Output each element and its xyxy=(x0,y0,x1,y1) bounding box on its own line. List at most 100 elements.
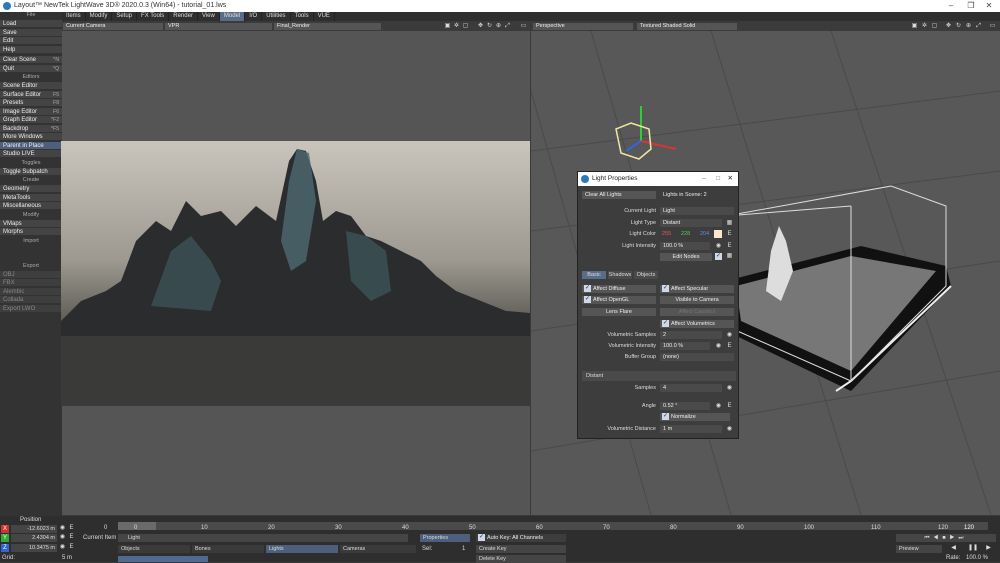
envelope-e-icon[interactable]: E xyxy=(726,231,733,238)
minimize-icon[interactable]: – xyxy=(944,1,958,10)
light-type-list-icon[interactable]: ▦ xyxy=(726,220,733,227)
position-y-field[interactable]: 2.4304 m xyxy=(11,534,57,542)
viewport-max-icon[interactable]: ▭ xyxy=(989,23,996,30)
viewport-max-icon[interactable]: ▭ xyxy=(520,23,527,30)
end-frame[interactable]: 120 xyxy=(964,525,986,531)
affect-volumetrics-checkbox[interactable]: Affect Volumetrics xyxy=(660,320,734,328)
toggle-subpatch-button[interactable]: Toggle Subpatch xyxy=(0,167,62,176)
eye-icon[interactable]: ◉ xyxy=(59,544,66,551)
gear-icon[interactable]: ✲ xyxy=(921,23,928,30)
toolbar-editor-item[interactable]: Presets F8 xyxy=(0,99,62,107)
toolbar-export-item[interactable]: FBX xyxy=(0,279,62,287)
toolbar-scene-item[interactable]: Quit ^Q xyxy=(0,64,62,73)
gear-icon[interactable]: ✲ xyxy=(453,23,460,30)
color-r[interactable]: 255 xyxy=(662,231,671,237)
maximize-view-icon[interactable]: ▢ xyxy=(931,23,938,30)
eye-icon[interactable]: ◉ xyxy=(59,525,66,532)
camera-icon[interactable]: ▣ xyxy=(911,23,918,30)
envelope-e-icon[interactable]: E xyxy=(68,525,75,532)
studio-live-button[interactable]: Studio LIVE xyxy=(0,150,62,158)
grid-value[interactable]: 5 m xyxy=(62,555,72,561)
toolbar-editor-item[interactable]: Surface Editor F5 xyxy=(0,90,62,99)
close-icon[interactable]: ✕ xyxy=(982,1,996,10)
menu-tab[interactable]: VUE xyxy=(314,12,335,21)
move-view-icon[interactable]: ✥ xyxy=(945,23,952,30)
volumetric-distance-field[interactable]: 1 m xyxy=(660,425,722,433)
toolbar-scene-item[interactable]: Clear Scene ^N xyxy=(0,56,62,64)
timeline-start[interactable]: 0 xyxy=(104,525,107,531)
panel-tab[interactable]: Shadows xyxy=(608,271,632,279)
vpr-select[interactable]: VPR xyxy=(165,23,272,30)
menu-tab[interactable]: Setup xyxy=(112,12,138,21)
menu-tab[interactable]: FX Tools xyxy=(137,12,170,21)
affect-opengl-checkbox[interactable]: Affect OpenGL xyxy=(582,296,656,304)
toolbar-file-item[interactable]: Help xyxy=(0,45,62,54)
toolbar-editor-item[interactable]: Image Editor F6 xyxy=(0,107,62,116)
panel-tab[interactable]: Basic xyxy=(582,271,606,279)
lens-flare-button[interactable]: Lens Flare xyxy=(582,308,656,316)
envelope-e-icon[interactable]: E xyxy=(726,343,733,350)
eye-icon[interactable]: ◉ xyxy=(715,403,722,410)
toolbar-create-item[interactable]: Miscellaneous xyxy=(0,202,62,210)
toolbar-editor-item[interactable]: More Windows xyxy=(0,133,62,141)
maximize-view-icon[interactable]: ▢ xyxy=(462,23,469,30)
panel-tab[interactable]: Objects xyxy=(634,271,658,279)
timeline-track[interactable] xyxy=(118,522,988,530)
create-key-button[interactable]: Create Key xyxy=(476,545,566,553)
light-intensity-field[interactable]: 100.0 % xyxy=(660,242,710,250)
edit-nodes-button[interactable]: Edit Nodes xyxy=(660,253,712,261)
menu-tab[interactable]: Utilities xyxy=(262,12,291,21)
toolbar-editor-item[interactable]: Scene Editor xyxy=(0,82,62,90)
minimize-icon[interactable]: – xyxy=(702,172,706,186)
close-icon[interactable]: ✕ xyxy=(728,172,733,186)
menu-tab[interactable]: I/O xyxy=(245,12,263,21)
samples-field[interactable]: 4 xyxy=(660,384,722,392)
toolbar-editor-item[interactable]: Backdrop ^F5 xyxy=(0,124,62,133)
node-list-icon[interactable]: ▦ xyxy=(726,253,733,260)
toolbar-modify-item[interactable]: Morphs xyxy=(0,228,62,236)
render-select[interactable]: Final_Render xyxy=(274,23,381,30)
position-z-field[interactable]: 10.3475 m xyxy=(11,544,57,552)
toolbar-create-item[interactable]: Geometry xyxy=(0,185,62,193)
eye-icon[interactable]: ◉ xyxy=(59,534,66,541)
eye-icon[interactable]: ◉ xyxy=(726,332,733,339)
properties-button[interactable]: Properties xyxy=(420,534,470,542)
buffer-group-select[interactable]: (none) xyxy=(660,353,734,361)
preview-select[interactable]: Preview xyxy=(896,545,942,553)
toolbar-file-item[interactable]: Load xyxy=(0,20,62,28)
fit-view-icon[interactable]: ⤢ xyxy=(975,23,982,30)
toolbar-create-item[interactable]: MetaTools xyxy=(0,193,62,202)
affect-specular-checkbox[interactable]: Affect Specular xyxy=(660,285,734,293)
clear-all-lights-button[interactable]: Clear All Lights xyxy=(582,191,656,199)
affect-caustics-button[interactable]: Affect Caustics xyxy=(660,308,734,316)
zoom-view-icon[interactable]: ⊕ xyxy=(965,23,972,30)
menu-tab[interactable]: Tools xyxy=(291,12,314,21)
toolbar-export-item[interactable]: Collada xyxy=(0,296,62,304)
step-forward-icon[interactable]: ▶ xyxy=(985,545,992,552)
nodes-enable-checkbox[interactable]: ✓ xyxy=(715,253,722,260)
fit-view-icon[interactable]: ⤢ xyxy=(504,23,511,30)
envelope-e-icon[interactable]: E xyxy=(726,403,733,410)
eye-icon[interactable]: ◉ xyxy=(715,343,722,350)
toolbar-modify-item[interactable]: VMaps xyxy=(0,219,62,228)
envelope-e-icon[interactable]: E xyxy=(726,243,733,250)
volumetric-intensity-field[interactable]: 100.0 % xyxy=(660,342,710,350)
eye-icon[interactable]: ◉ xyxy=(715,243,722,250)
light-type-select[interactable]: Distant xyxy=(660,219,722,227)
current-item-select[interactable]: Light xyxy=(118,534,408,542)
menu-tab[interactable]: Modify xyxy=(86,12,113,21)
color-g[interactable]: 228 xyxy=(681,231,690,237)
angle-field[interactable]: 0.52 ° xyxy=(660,402,710,410)
camera-select[interactable]: Current Camera xyxy=(63,23,163,30)
color-b[interactable]: 204 xyxy=(700,231,709,237)
current-light-select[interactable]: Light xyxy=(660,207,734,215)
lights-button[interactable]: Lights xyxy=(266,545,338,553)
envelope-e-icon[interactable]: E xyxy=(68,544,75,551)
playback-controls[interactable]: ⏮◀■▶⏭ xyxy=(896,534,996,542)
normalize-checkbox[interactable]: Normalize xyxy=(660,413,730,421)
envelope-e-icon[interactable]: E xyxy=(68,534,75,541)
volumetric-samples-field[interactable]: 2 xyxy=(660,331,722,339)
toolbar-file-item[interactable]: Save xyxy=(0,28,62,37)
menu-tab[interactable]: Items xyxy=(62,12,86,21)
view-select[interactable]: Perspective xyxy=(533,23,633,30)
